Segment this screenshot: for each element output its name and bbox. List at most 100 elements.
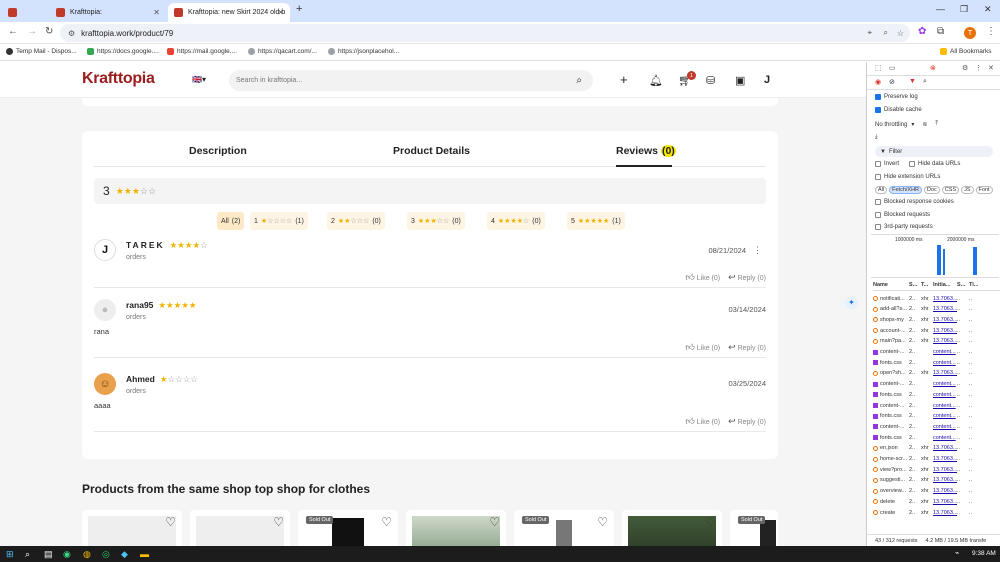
network-timeline[interactable]: 1000000 ms 2000000 ms: [871, 234, 999, 278]
network-request-row[interactable]: create 2.. xhr 13.7063.......: [873, 507, 1000, 518]
network-request-row[interactable]: suggesti... 2.. xhr 13.7063.......: [873, 475, 1000, 486]
product-card[interactable]: ♡: [406, 510, 506, 546]
search-input[interactable]: Search in krafttopia... ⌕: [229, 70, 593, 91]
location-icon[interactable]: ⌖: [867, 28, 872, 38]
wishlist-heart-icon[interactable]: ♡: [705, 515, 716, 529]
reviewer-name[interactable]: TAREK ★★★★☆: [126, 240, 208, 251]
reviewer-name[interactable]: Ahmed ★☆☆☆☆: [126, 374, 198, 385]
forward-icon[interactable]: →: [27, 26, 37, 37]
network-request-row[interactable]: en.json 2.. xhr 13.7063.......: [873, 443, 1000, 454]
wishlist-heart-icon[interactable]: ♡: [381, 515, 392, 529]
network-request-row[interactable]: notificati... 2.. xhr 13.7063.......: [873, 293, 1000, 304]
review-menu-icon[interactable]: ⋮: [753, 245, 762, 256]
blocked-requests-checkbox[interactable]: Blocked requests: [875, 212, 930, 218]
reload-icon[interactable]: ↻: [45, 26, 53, 37]
close-tab-icon[interactable]: ✕: [277, 8, 284, 17]
network-request-row[interactable]: content-... 2.. content.......: [873, 421, 1000, 432]
product-card[interactable]: Sold Out ♡: [298, 510, 398, 546]
search-icon[interactable]: ⌕: [576, 75, 582, 86]
devtools-menu-icon[interactable]: ⋮: [975, 64, 982, 72]
type-doc[interactable]: Doc: [924, 186, 940, 194]
app-icon[interactable]: ◉: [63, 549, 71, 560]
default-avatar[interactable]: ●: [94, 299, 116, 321]
add-icon[interactable]: +: [620, 72, 628, 87]
export-icon[interactable]: ⤓: [875, 134, 878, 141]
rating-filter-chip[interactable]: 4 ★★★★☆ (0): [487, 212, 545, 230]
bookmark-star-icon[interactable]: ☆: [897, 29, 904, 38]
app-icon[interactable]: ◆: [121, 549, 128, 560]
rating-filter-chip[interactable]: 5 ★★★★★ (1): [567, 212, 625, 230]
shop-logo-icon[interactable]: J: [764, 74, 770, 86]
chrome-icon[interactable]: ◍: [83, 549, 91, 560]
product-card[interactable]: ♡: [622, 510, 722, 546]
blocked-cookies-checkbox[interactable]: Blocked response cookies: [875, 199, 954, 205]
taskbar-search-icon[interactable]: ⌕: [25, 549, 30, 560]
hide-extension-urls-checkbox[interactable]: Hide extension URLs: [875, 174, 940, 180]
rating-filter-chip[interactable]: 2 ★★☆☆☆ (0): [327, 212, 385, 230]
new-tab-button[interactable]: +: [296, 3, 302, 15]
reply-button[interactable]: ↩ Reply (0): [728, 342, 766, 352]
type-fetch-xhr[interactable]: Fetch/XHR: [889, 186, 923, 194]
like-button[interactable]: 👍︎ Like (0): [685, 342, 720, 352]
clear-icon[interactable]: ⊘: [889, 78, 895, 86]
network-request-row[interactable]: home-scr... 2.. xhr 13.7063.......: [873, 454, 1000, 465]
maximize-icon[interactable]: ❐: [960, 4, 968, 15]
clock[interactable]: 9:38 AM: [972, 550, 996, 557]
network-request-row[interactable]: main?pa... 2.. xhr 13.7063.......: [873, 336, 1000, 347]
tab-product-details[interactable]: Product Details: [393, 145, 470, 157]
wishlist-heart-icon[interactable]: ♡: [273, 515, 284, 529]
like-button[interactable]: 👍︎ Like (0): [685, 272, 720, 282]
all-bookmarks[interactable]: All Bookmarks: [940, 48, 992, 55]
zoom-icon[interactable]: ⌕: [884, 28, 888, 38]
type-js[interactable]: JS: [961, 186, 974, 194]
devtools-settings-icon[interactable]: ⚙: [962, 64, 968, 72]
network-request-row[interactable]: fonts.css 2.. content.......: [873, 432, 1000, 443]
throttling-select[interactable]: No throttling ▾ ≋ ⤒: [875, 121, 938, 128]
product-card[interactable]: Sold Out ♡: [514, 510, 614, 546]
record-icon[interactable]: ◉: [875, 78, 881, 86]
reviewer-name[interactable]: rana95 ★★★★★: [126, 300, 197, 311]
browser-menu-icon[interactable]: ⋮: [986, 26, 996, 37]
type-all[interactable]: All: [875, 186, 888, 194]
filter-toggle-icon[interactable]: ▼: [909, 78, 916, 85]
network-tray-icon[interactable]: ⌁: [955, 549, 959, 557]
whatsapp-icon[interactable]: ◎: [102, 549, 110, 560]
preserve-log-checkbox[interactable]: Preserve log: [875, 94, 918, 100]
network-request-row[interactable]: fonts.css 2.. content.......: [873, 389, 1000, 400]
close-window-icon[interactable]: ✕: [984, 4, 992, 15]
errors-icon[interactable]: ⊗: [930, 64, 936, 72]
invert-checkbox[interactable]: Invert Hide data URLs: [875, 161, 960, 167]
bookmark-gmail[interactable]: https://mail.google....: [167, 48, 237, 55]
network-request-row[interactable]: content-... 2.. content.......: [873, 347, 1000, 358]
disable-cache-checkbox[interactable]: Disable cache: [875, 107, 922, 113]
product-card[interactable]: ♡: [82, 510, 182, 546]
extension-icon[interactable]: ✿: [918, 26, 926, 37]
juventus-avatar[interactable]: J: [94, 239, 116, 261]
devtools-close-icon[interactable]: ✕: [988, 64, 994, 72]
network-request-row[interactable]: shops-my 2.. xhr 13.7063.......: [873, 314, 1000, 325]
network-request-row[interactable]: fonts.css 2.. content.......: [873, 411, 1000, 422]
basket-icon[interactable]: ⛁: [706, 74, 715, 87]
inspect-icon[interactable]: ⬚: [875, 64, 882, 72]
rating-filter-chip[interactable]: 1 ★☆☆☆☆ (1): [250, 212, 308, 230]
task-view-icon[interactable]: ▤: [44, 549, 53, 560]
wishlist-heart-icon[interactable]: ♡: [489, 515, 500, 529]
type-font[interactable]: Font: [975, 186, 993, 194]
network-conditions-icon[interactable]: ≋: [922, 121, 927, 128]
like-button[interactable]: 👍︎ Like (0): [685, 416, 720, 426]
network-request-row[interactable]: account-... 2.. xhr 13.7063.......: [873, 325, 1000, 336]
side-panel-icon[interactable]: ✦: [845, 296, 858, 309]
wishlist-heart-icon[interactable]: ♡: [165, 515, 176, 529]
rating-filter-chip[interactable]: All (2): [217, 212, 245, 230]
file-explorer-icon[interactable]: ▬: [140, 549, 149, 559]
orders-icon[interactable]: ▣: [735, 74, 745, 87]
network-request-row[interactable]: content-... 2.. content.......: [873, 400, 1000, 411]
network-request-row[interactable]: open?sh... 2.. xhr 13.7063.......: [873, 368, 1000, 379]
minimize-icon[interactable]: —: [936, 4, 945, 14]
network-search-icon[interactable]: ⌕: [923, 78, 927, 86]
network-request-row[interactable]: fonts.css 2.. content.......: [873, 357, 1000, 368]
tab-krafttopia-1[interactable]: Krafttopia: ✕: [50, 3, 166, 22]
address-bar[interactable]: ⚙ krafttopia.work/product/79 ⌖ ⌕ ☆: [60, 24, 910, 42]
reply-button[interactable]: ↩ Reply (0): [728, 416, 766, 426]
bookmark-google-docs[interactable]: https://docs.google....: [87, 48, 159, 55]
